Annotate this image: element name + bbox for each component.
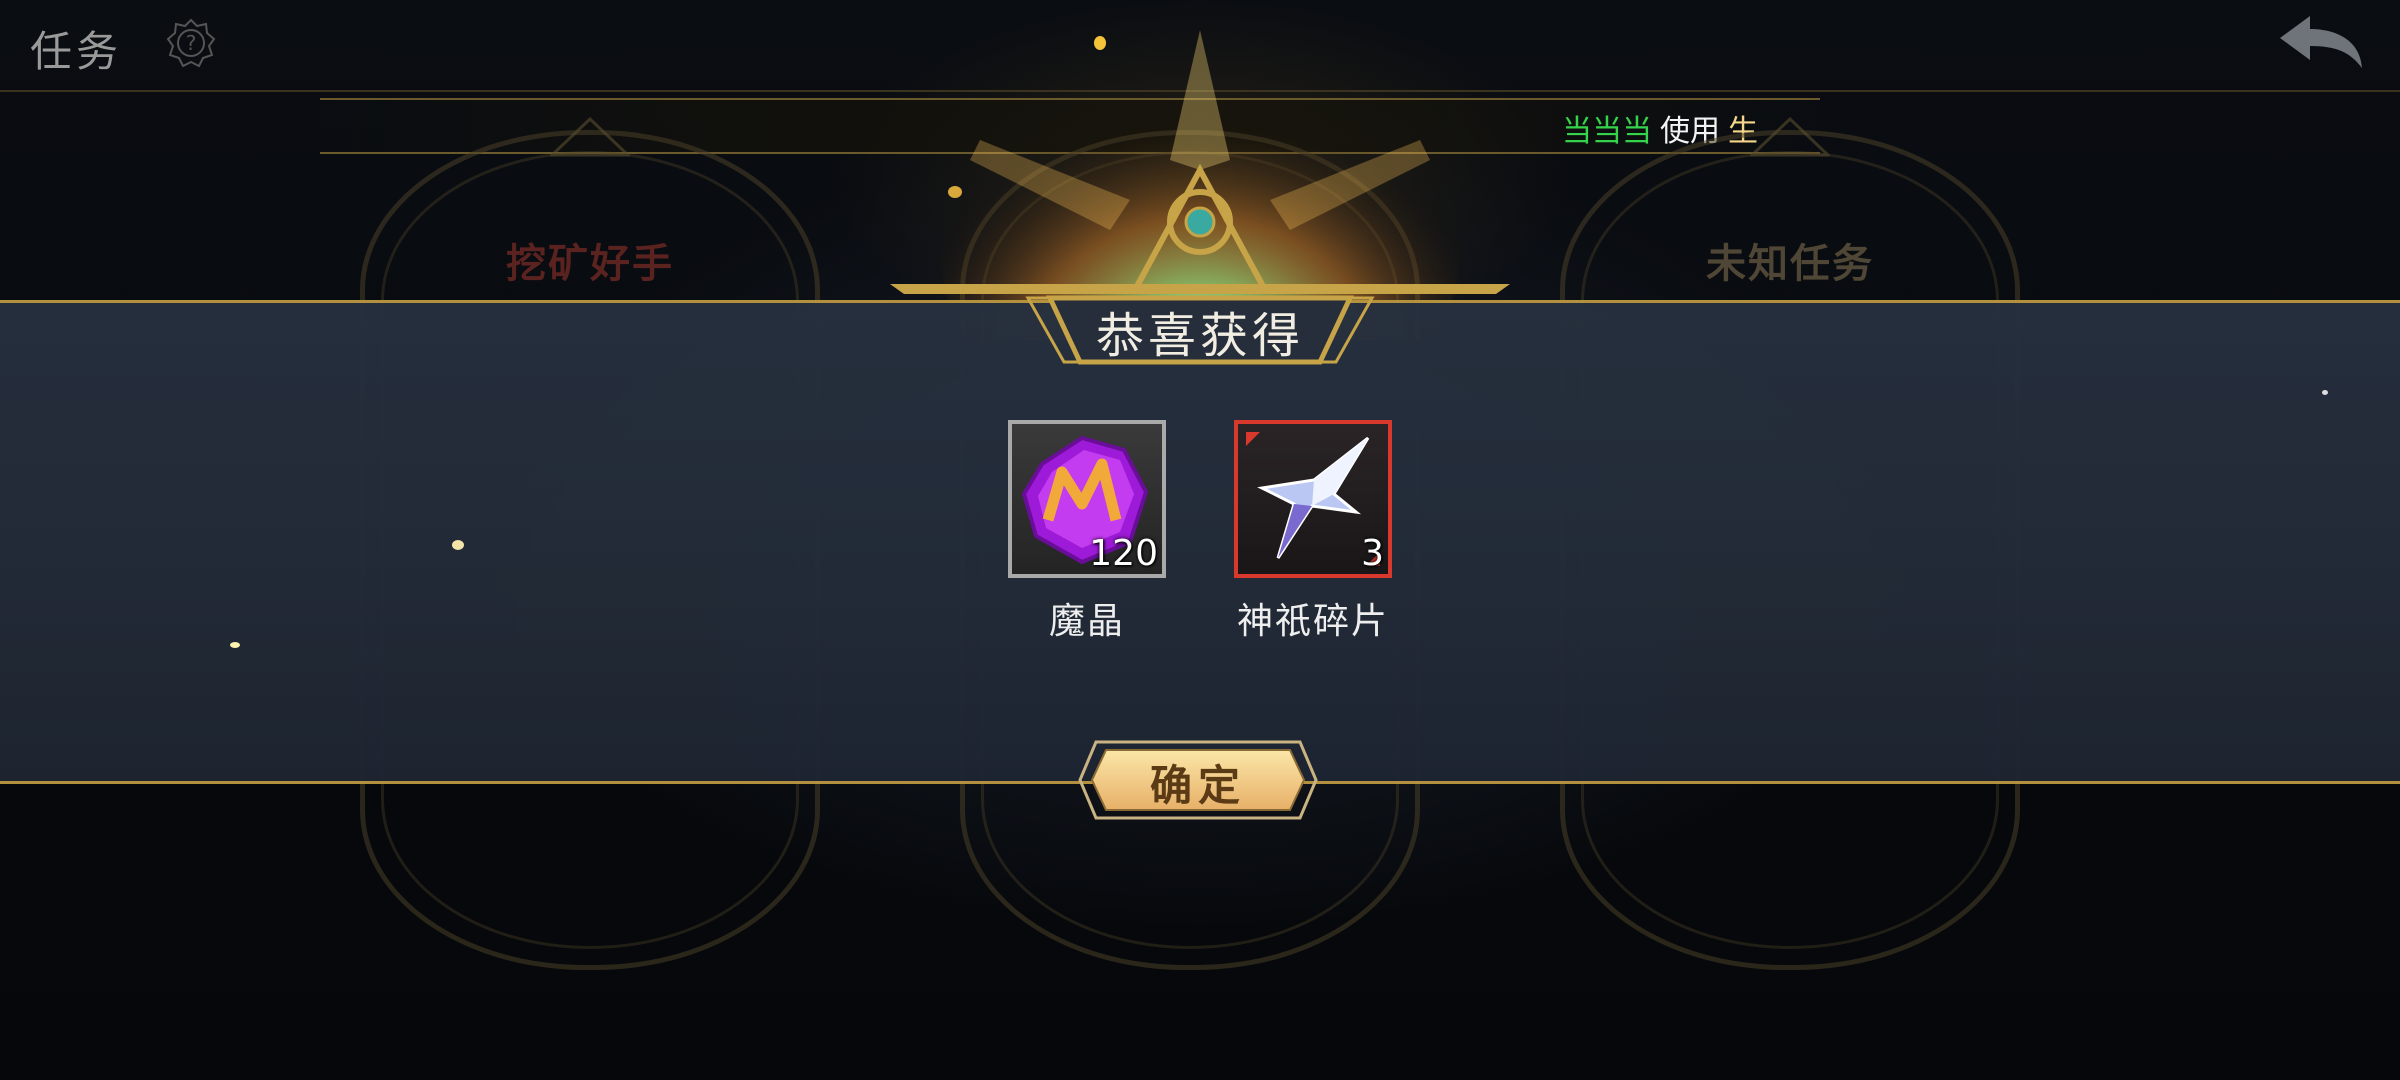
item-count: 3 [1361,533,1384,574]
help-gear-icon[interactable]: ? [166,18,216,68]
sparkle [948,186,962,198]
svg-text:?: ? [186,31,197,55]
item-frame: 120 [1008,420,1166,578]
reward-item[interactable]: 3 神祇碎片 [1234,420,1394,644]
sparkle [452,540,464,550]
sparkle [1094,36,1106,50]
task-card-title: 挖矿好手 [506,241,674,287]
item-frame: 3 [1234,420,1392,578]
task-card-title: 未知任务 [1706,241,1874,287]
card-ornament-icon [550,117,630,157]
card-ornament-icon [1750,117,1830,157]
item-name: 魔晶 [1048,601,1125,642]
sparkle [230,642,240,648]
confirm-label: 确定 [1149,761,1246,810]
modal-title: 恭喜获得 [1095,308,1304,364]
page-title: 任务 [30,27,123,76]
item-name: 神祇碎片 [1236,601,1389,642]
reward-item[interactable]: 120 魔晶 [1008,420,1168,644]
item-count: 120 [1089,533,1158,574]
notice-part-1: 当当当 [1562,114,1652,149]
back-arrow-icon[interactable] [2276,12,2366,72]
sparkle [2322,390,2328,395]
